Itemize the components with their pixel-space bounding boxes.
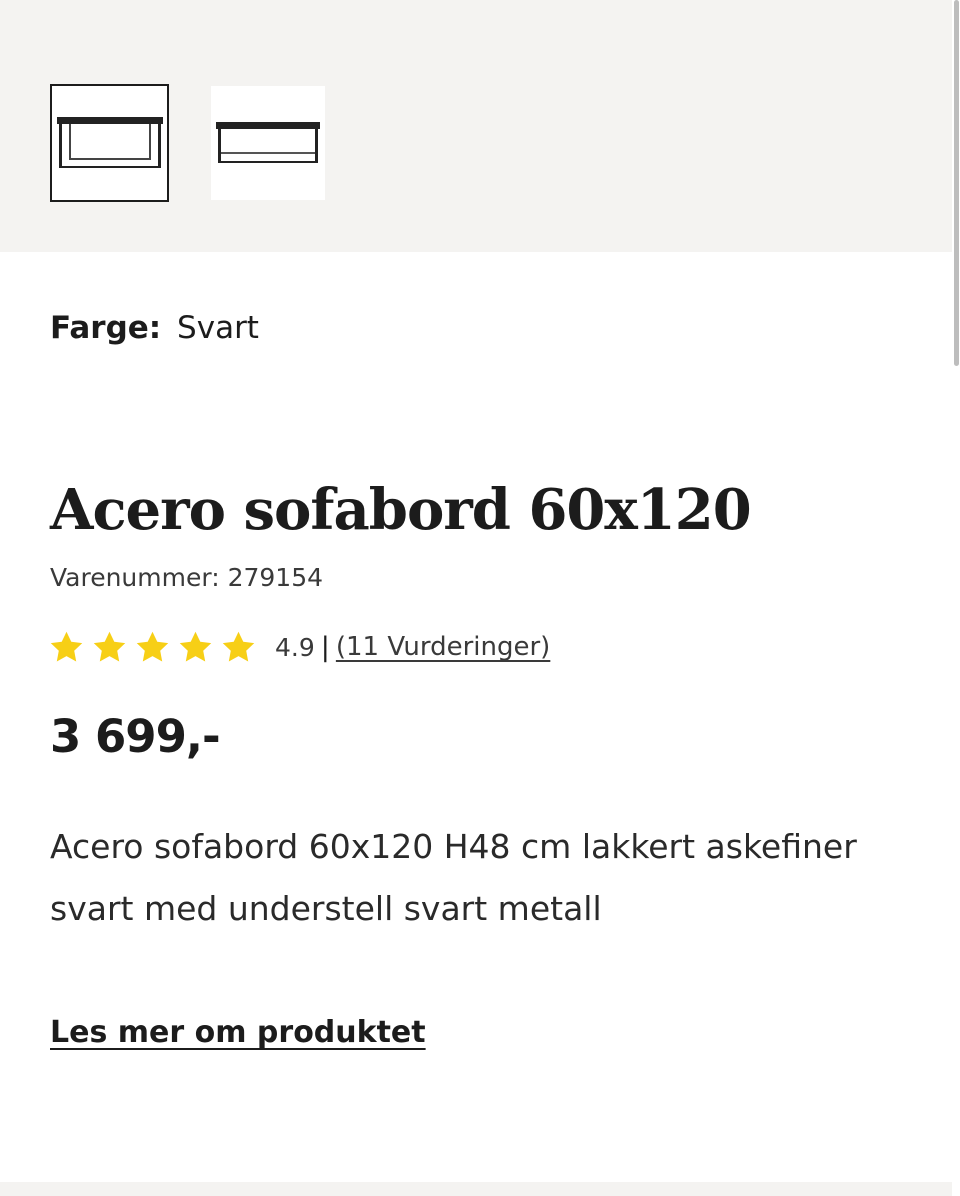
star-icon xyxy=(93,631,126,662)
table-thumbnail-icon xyxy=(216,122,320,163)
thumbnail-1[interactable] xyxy=(50,84,169,202)
color-label: Farge: xyxy=(50,310,162,346)
image-gallery xyxy=(0,0,952,252)
rating-stars xyxy=(48,629,257,666)
rating-score: 4.9 xyxy=(275,632,315,662)
color-value: Svart xyxy=(177,310,259,346)
product-price: 3 699,- xyxy=(50,710,221,763)
read-more-link[interactable]: Les mer om produktet xyxy=(50,1012,426,1054)
star-icon xyxy=(136,631,169,662)
rating-separator: | xyxy=(320,631,330,663)
color-selection: Farge: Svart xyxy=(50,308,259,348)
star-icon xyxy=(50,631,83,662)
star-icon xyxy=(222,631,255,662)
scrollbar-thumb[interactable] xyxy=(954,0,959,366)
thumbnail-2[interactable] xyxy=(211,86,325,200)
star-icon xyxy=(179,631,212,662)
product-sku: Varenummer: 279154 xyxy=(50,563,324,592)
product-title: Acero sofabord 60x120 xyxy=(50,477,752,543)
product-description: Acero sofabord 60x120 H48 cm lakkert ask… xyxy=(50,827,857,928)
product-rating: 4.9 | (11 Vurderinger) xyxy=(48,626,550,668)
reviews-link[interactable]: (11 Vurderinger) xyxy=(336,632,550,662)
section-divider xyxy=(0,1182,952,1196)
table-thumbnail-icon xyxy=(56,117,163,168)
product-page: Farge: Svart Acero sofabord 60x120 Varen… xyxy=(0,0,960,1196)
